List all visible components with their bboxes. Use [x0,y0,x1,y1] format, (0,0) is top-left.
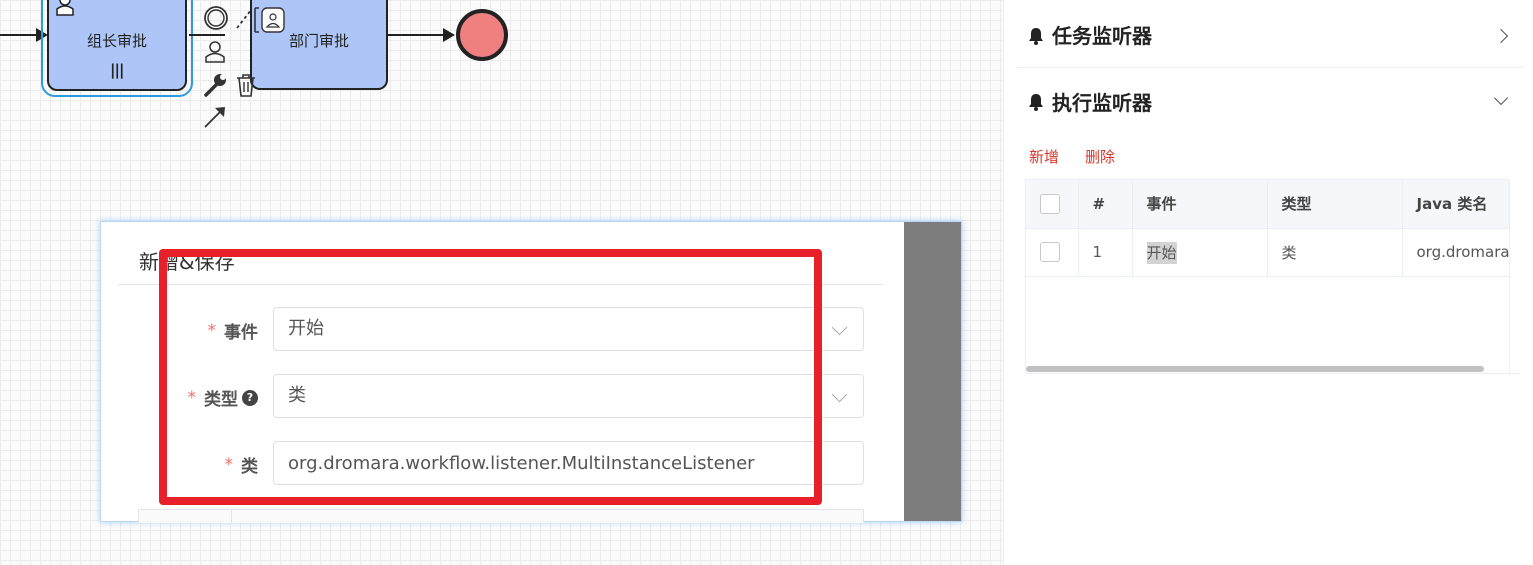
dialog-scrollbar[interactable] [904,222,961,521]
collapse-title: 执行监听器 [1028,87,1152,116]
wrench-icon[interactable] [202,72,228,98]
table-bottom-border [1026,373,1520,374]
listener-edit-dialog: 新增&保存 * 事件 开始 * 类型 ? 类 * 类 org.dromara.w… [100,221,962,523]
select-all-cell [1026,180,1079,229]
append-user-task-icon[interactable] [252,2,286,36]
connect-arrow-icon[interactable] [202,104,228,130]
table-horizontal-scrollbar[interactable] [1026,366,1484,372]
chevron-down-icon [1493,90,1509,106]
required-mark: * [187,387,197,408]
type-select[interactable]: 类 [273,374,864,418]
execution-listener-title: 执行监听器 [1052,90,1152,115]
chevron-right-icon [1493,28,1509,44]
bpmn-canvas[interactable]: 组长审批 ||| 部门审批 新增&保存 * 事件 开始 * 类型 ? 类 * 类… [0,0,1003,565]
task-listener-title: 任务监听器 [1052,24,1152,48]
execution-listener-table: # 事件 类型 Java 类名 1 开始 类 org.dromara. [1025,179,1510,374]
sequence-flow-out[interactable] [388,34,444,36]
delete-listener-button[interactable]: 删除 [1085,146,1115,167]
form-row-event: * 事件 开始 [101,307,864,351]
type-select-value: 类 [288,385,306,406]
end-event[interactable] [456,9,508,61]
task-label: 部门审批 [288,31,349,50]
field-table-header-peek [138,509,864,523]
task-label: 组长审批 [86,32,147,50]
row-event: 开始 [1146,241,1177,264]
event-select[interactable]: 开始 [273,307,864,351]
class-label: * 类 [224,452,259,478]
table-row[interactable]: 1 开始 类 org.dromara. [1026,228,1509,277]
form-row-class: * 类 [101,441,864,485]
user-icon[interactable] [204,40,226,64]
collapse-task-listener[interactable]: 任务监听器 [1016,2,1524,68]
table-header-row: # 事件 类型 Java 类名 [1026,180,1509,229]
dialog-divider [118,284,883,285]
chevron-down-icon [831,386,848,403]
help-icon[interactable]: ? [242,389,258,406]
column-header-java-class: Java 类名 [1402,180,1509,229]
row-type: 类 [1267,228,1403,277]
collapse-title: 任务监听器 [1028,20,1152,49]
sequence-flow-in[interactable] [0,34,36,36]
bell-icon [1028,26,1044,45]
bell-icon [1028,92,1044,111]
context-pad [196,0,285,135]
form-row-type: * 类型 ? 类 [101,374,864,418]
type-label: * 类型 ? [187,385,258,410]
multi-instance-marker: ||| [110,61,124,79]
column-header-type: 类型 [1267,180,1403,229]
chevron-down-icon [831,319,848,336]
row-event-cell: 开始 [1132,228,1268,277]
column-header-event: 事件 [1132,180,1268,229]
intermediate-event-icon[interactable] [202,4,230,32]
add-listener-button[interactable]: 新增 [1029,146,1059,167]
dialog-title: 新增&保存 [139,250,235,274]
class-label-text: 类 [241,457,258,477]
event-label: * 事件 [207,318,259,344]
select-all-checkbox[interactable] [1040,193,1060,214]
class-input[interactable] [273,441,864,485]
collapse-execution-listener[interactable]: 执行监听器 [1016,68,1524,134]
event-label-text: 事件 [224,323,258,343]
row-select-cell [1026,228,1079,277]
required-mark: * [224,454,234,475]
type-label-text: 类型 [204,390,238,410]
column-header-index: # [1078,180,1133,229]
row-checkbox[interactable] [1040,242,1060,262]
connect-dotted-icon[interactable] [234,6,254,30]
trash-icon[interactable] [234,72,258,98]
row-java-class: org.dromara. [1402,228,1509,277]
row-index: 1 [1078,228,1133,277]
user-task-icon [53,0,77,16]
event-select-value: 开始 [288,318,324,339]
required-mark: * [207,320,217,341]
arrow-head [443,28,455,42]
